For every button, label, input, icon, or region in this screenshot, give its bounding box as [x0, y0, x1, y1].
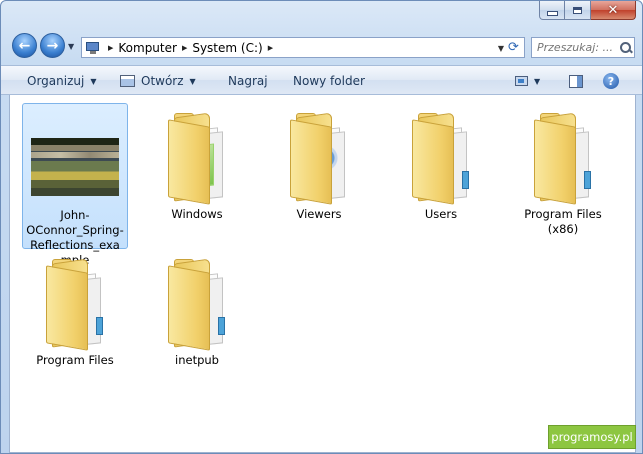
watermark: programosy.pl [548, 425, 636, 449]
caption-buttons: ✕ [539, 1, 636, 20]
chevron-down-icon: ▼ [90, 76, 97, 86]
folder-label: Users [424, 207, 458, 221]
minimize-icon [546, 10, 558, 16]
views-icon [515, 76, 528, 86]
file-item-image[interactable]: John-OConnor_Spring-Reflections_example [22, 103, 128, 267]
help-icon: ? [603, 73, 619, 89]
folder-icon [166, 111, 230, 205]
navigation-bar: ← → ▼ ▶ Komputer ▶ System (C:) ▶ ▼ ⟳ [9, 33, 637, 61]
chevron-right-icon[interactable]: ▶ [182, 44, 187, 52]
folder-item-inetpub[interactable]: inetpub [144, 249, 250, 395]
close-button[interactable]: ✕ [591, 1, 636, 20]
image-thumbnail [31, 138, 119, 196]
burn-button[interactable]: Nagraj [228, 72, 268, 90]
minimize-button[interactable] [539, 1, 565, 20]
organize-button[interactable]: Organizuj ▼ [27, 72, 96, 90]
maximize-icon [573, 6, 582, 14]
search-icon[interactable] [620, 41, 633, 54]
change-view-button[interactable]: ▼ [515, 72, 540, 90]
new-folder-button[interactable]: Nowy folder [293, 72, 365, 90]
chevron-down-icon[interactable]: ▼ [534, 77, 540, 86]
folder-icon [410, 111, 474, 205]
arrow-right-icon: → [46, 37, 59, 54]
back-button[interactable]: ← [12, 33, 37, 58]
organize-label: Organizuj [27, 74, 85, 88]
folder-icon [166, 257, 230, 351]
folder-label: Program Files (x86) [524, 207, 602, 236]
help-button[interactable]: ? [603, 72, 619, 90]
breadcrumb-computer[interactable]: Komputer [118, 41, 177, 55]
chevron-down-icon: ▼ [189, 76, 196, 86]
folder-icon [288, 111, 352, 205]
folder-label: Program Files [36, 353, 114, 367]
maximize-button[interactable] [565, 1, 591, 20]
folder-label: Windows [171, 207, 223, 221]
folder-icon [44, 257, 108, 351]
preview-pane-button[interactable] [569, 72, 583, 90]
folder-label: inetpub [175, 353, 219, 367]
address-bar[interactable]: ▶ Komputer ▶ System (C:) ▶ ▼ ⟳ [81, 37, 525, 58]
folder-item-program-files[interactable]: Program Files [22, 249, 128, 395]
explorer-window: ✕ ← → ▼ ▶ Komputer ▶ System (C:) ▶ ▼ ⟳ O… [0, 0, 643, 454]
folder-item-windows[interactable]: Windows [144, 103, 250, 249]
search-input[interactable] [537, 41, 617, 54]
address-dropdown-icon[interactable]: ▼ [498, 44, 504, 53]
command-bar: Organizuj ▼ Otwórz ▼ Nagraj Nowy folder ▼ … [1, 65, 642, 95]
open-icon [120, 75, 135, 87]
forward-button[interactable]: → [40, 33, 65, 58]
arrow-left-icon: ← [18, 37, 31, 54]
folder-item-viewers[interactable]: Viewers [266, 103, 372, 249]
burn-label: Nagraj [228, 74, 268, 88]
new-folder-label: Nowy folder [293, 74, 365, 88]
folder-item-users[interactable]: Users [388, 103, 494, 249]
preview-pane-icon [569, 74, 583, 88]
chevron-right-icon[interactable]: ▶ [108, 44, 113, 52]
folder-item-program-files-x86[interactable]: Program Files (x86) [510, 103, 616, 249]
chevron-right-icon[interactable]: ▶ [268, 44, 273, 52]
history-dropdown-icon[interactable]: ▼ [68, 42, 74, 51]
open-label: Otwórz [141, 74, 184, 88]
refresh-icon[interactable]: ⟳ [505, 39, 522, 56]
file-list[interactable]: John-OConnor_Spring-Reflections_example … [9, 95, 636, 453]
folder-icon [532, 111, 596, 205]
close-icon: ✕ [607, 2, 619, 18]
computer-icon [86, 41, 100, 54]
search-box[interactable] [531, 37, 635, 58]
breadcrumb-system-drive[interactable]: System (C:) [192, 41, 262, 55]
open-button[interactable]: Otwórz ▼ [120, 72, 196, 90]
folder-label: Viewers [296, 207, 342, 221]
